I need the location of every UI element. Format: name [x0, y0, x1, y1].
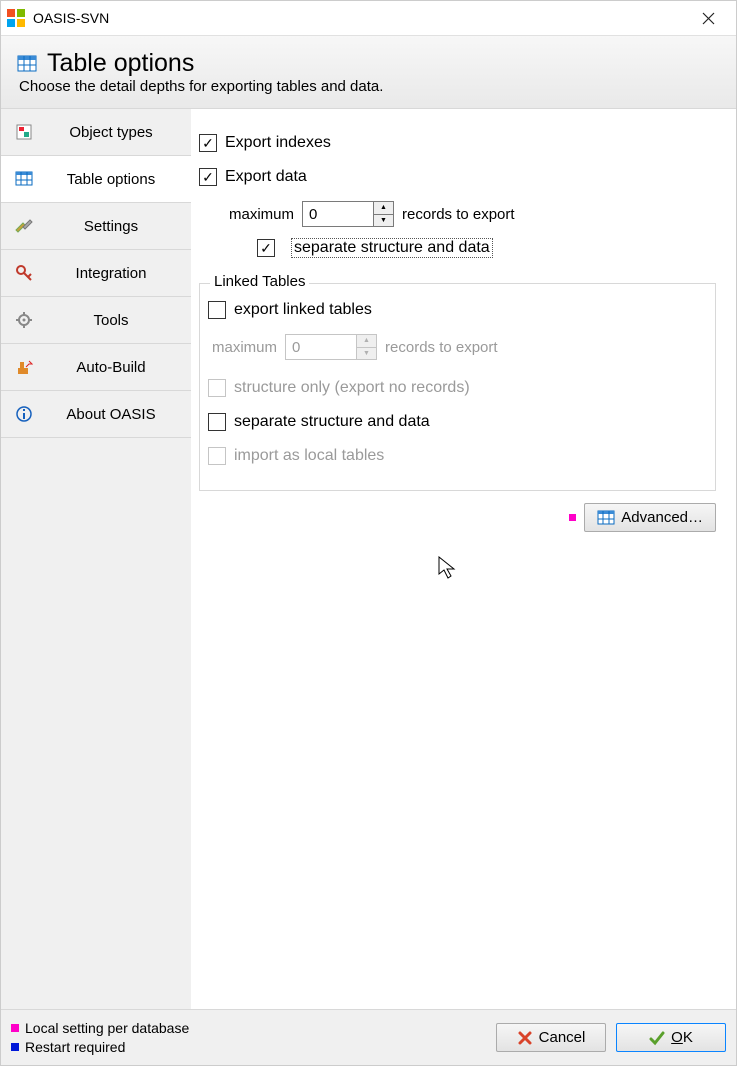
table-icon	[9, 171, 39, 187]
footer-legend: Local setting per database Restart requi…	[11, 1019, 496, 1057]
linked-separate-label: separate structure and data	[234, 413, 430, 431]
spin-up-icon: ▲	[357, 335, 376, 348]
cancel-label: Cancel	[539, 1029, 586, 1046]
separate-structure-label: separate structure and data	[291, 238, 493, 258]
export-data-label: Export data	[225, 168, 307, 186]
export-data-checkbox[interactable]: ✓	[199, 168, 217, 186]
linked-tables-group: Linked Tables export linked tables maxim…	[199, 283, 716, 491]
sidebar-item-auto-build[interactable]: Auto-Build	[1, 344, 191, 391]
cancel-icon	[517, 1030, 533, 1046]
linked-separate-checkbox[interactable]	[208, 413, 226, 431]
spin-down-icon: ▼	[357, 348, 376, 360]
content-panel: ✓ Export indexes ✓ Export data maximum ▲…	[191, 109, 736, 1009]
sidebar-item-object-types[interactable]: Object types	[1, 109, 191, 156]
structure-only-checkbox	[208, 379, 226, 397]
window-title: OASIS-SVN	[33, 10, 109, 26]
table-icon	[17, 54, 37, 74]
sidebar-item-label: Settings	[39, 218, 191, 235]
magenta-square-icon	[11, 1024, 19, 1032]
sidebar-item-label: Integration	[39, 265, 191, 282]
sidebar-item-label: Tools	[39, 312, 191, 329]
max-records-input[interactable]	[303, 202, 373, 226]
spin-down-icon[interactable]: ▼	[374, 215, 393, 227]
sidebar-item-about[interactable]: About OASIS	[1, 391, 191, 438]
page-title: Table options	[47, 49, 194, 78]
ok-button[interactable]: OK	[616, 1023, 726, 1052]
export-linked-label: export linked tables	[234, 301, 372, 319]
maximum-label: maximum	[229, 206, 294, 223]
app-icon	[7, 9, 25, 27]
import-local-label: import as local tables	[234, 447, 384, 465]
gear-icon	[9, 311, 39, 329]
close-button[interactable]	[686, 1, 730, 35]
local-setting-indicator	[569, 514, 576, 521]
legend-restart: Restart required	[25, 1038, 125, 1057]
build-icon	[9, 358, 39, 376]
advanced-button[interactable]: Advanced…	[584, 503, 716, 532]
linked-max-spinner: ▲▼	[285, 334, 377, 360]
structure-only-label: structure only (export no records)	[234, 379, 470, 397]
sidebar-item-settings[interactable]: Settings	[1, 203, 191, 250]
table-icon	[597, 510, 615, 526]
module-icon	[9, 123, 39, 141]
key-icon	[9, 264, 39, 282]
info-icon	[9, 405, 39, 423]
sidebar-item-label: Object types	[39, 124, 191, 141]
linked-max-input	[286, 335, 356, 359]
export-linked-checkbox[interactable]	[208, 301, 226, 319]
page-header: Table options Choose the detail depths f…	[1, 35, 736, 109]
export-indexes-checkbox[interactable]: ✓	[199, 134, 217, 152]
linked-records-suffix: records to export	[385, 339, 498, 356]
advanced-label: Advanced…	[621, 509, 703, 526]
tools-icon	[9, 217, 39, 235]
cancel-button[interactable]: Cancel	[496, 1023, 606, 1052]
sidebar-item-table-options[interactable]: Table options	[1, 156, 191, 203]
linked-tables-legend: Linked Tables	[210, 273, 309, 290]
separate-structure-checkbox[interactable]: ✓	[257, 239, 275, 257]
blue-square-icon	[11, 1043, 19, 1051]
title-bar: OASIS-SVN	[1, 1, 736, 35]
sidebar-item-label: About OASIS	[39, 406, 191, 423]
dialog-footer: Local setting per database Restart requi…	[1, 1009, 736, 1065]
export-indexes-label: Export indexes	[225, 134, 331, 152]
linked-maximum-label: maximum	[212, 339, 277, 356]
sidebar-item-tools[interactable]: Tools	[1, 297, 191, 344]
page-subtitle: Choose the detail depths for exporting t…	[19, 78, 720, 95]
records-suffix-label: records to export	[402, 206, 515, 223]
sidebar-item-integration[interactable]: Integration	[1, 250, 191, 297]
ok-label: OK	[671, 1029, 693, 1046]
sidebar: Object types Table options Settings Inte…	[1, 109, 191, 1009]
sidebar-item-label: Auto-Build	[39, 359, 191, 376]
import-local-checkbox	[208, 447, 226, 465]
check-icon	[649, 1030, 665, 1046]
sidebar-item-label: Table options	[39, 171, 191, 188]
max-records-spinner[interactable]: ▲▼	[302, 201, 394, 227]
spin-up-icon[interactable]: ▲	[374, 202, 393, 215]
legend-local: Local setting per database	[25, 1019, 189, 1038]
